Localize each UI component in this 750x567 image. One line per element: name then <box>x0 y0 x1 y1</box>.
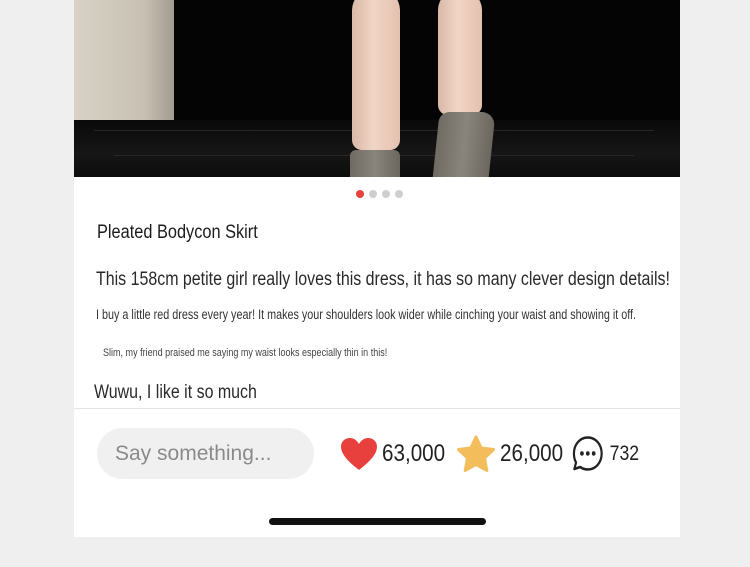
action-bar-divider <box>74 408 680 409</box>
post-body-line: I buy a little red dress every year! It … <box>96 307 637 322</box>
heart-icon <box>340 437 378 471</box>
page-dot[interactable] <box>382 190 390 198</box>
favorite-count: 26,000 <box>500 440 564 467</box>
favorite-button[interactable]: 26,000 <box>456 434 573 474</box>
post-photo[interactable] <box>74 0 680 177</box>
home-indicator[interactable] <box>269 518 486 525</box>
like-button[interactable]: 63,000 <box>340 434 455 474</box>
like-count: 63,000 <box>382 440 446 467</box>
photo-sock-right <box>432 112 496 177</box>
page-dot[interactable] <box>395 190 403 198</box>
star-icon <box>456 435 496 473</box>
photo-sock-left <box>350 150 400 177</box>
page-dot[interactable] <box>369 190 377 198</box>
comment-count: 732 <box>609 442 640 465</box>
comment-preview[interactable]: Wuwu, I like it so much <box>94 382 257 404</box>
gallery-page-indicator <box>356 190 403 198</box>
post-detail-screen: Pleated Bodycon Skirt This 158cm petite … <box>74 0 680 537</box>
photo-leg-left <box>352 0 400 150</box>
page-dot[interactable] <box>356 190 364 198</box>
chat-bubble-icon <box>571 435 605 473</box>
comment-input[interactable] <box>97 428 314 479</box>
post-body-line: Slim, my friend praised me saying my wai… <box>103 347 388 359</box>
photo-leg-right <box>438 0 482 115</box>
post-title: Pleated Bodycon Skirt <box>97 222 258 243</box>
post-headline: This 158cm petite girl really loves this… <box>96 269 670 290</box>
comments-button[interactable]: 732 <box>571 434 639 474</box>
